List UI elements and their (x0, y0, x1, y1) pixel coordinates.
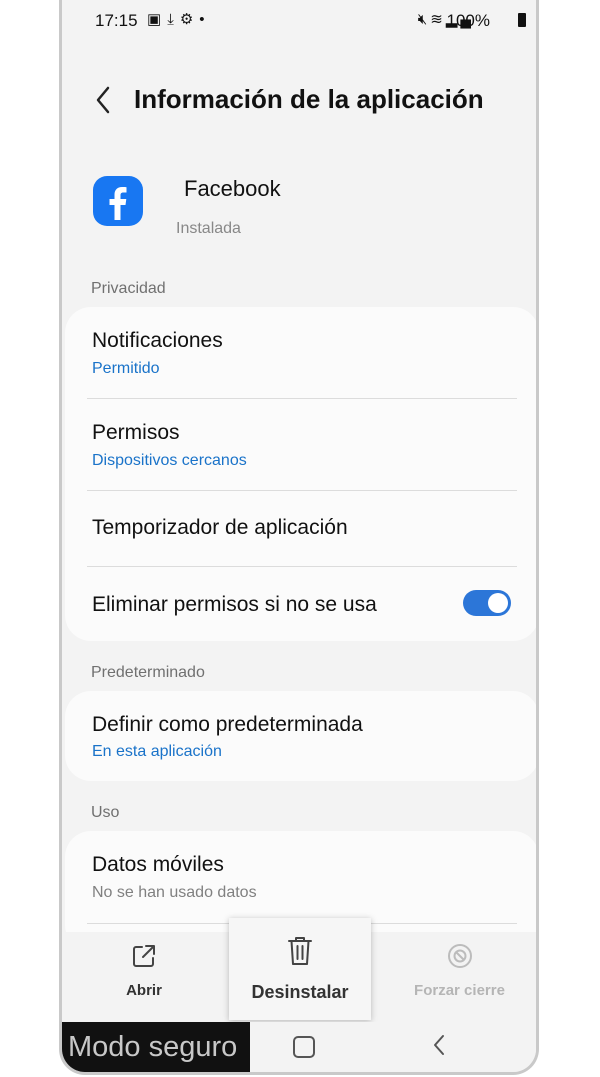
permissions-value: Dispositivos cercanos (92, 452, 247, 469)
status-time: 17:15 (95, 11, 138, 30)
battery-icon (518, 13, 526, 27)
open-button[interactable]: Abrir (102, 932, 186, 1022)
gallery-icon: ▣ (147, 11, 168, 28)
app-summary: Facebook Instalada (62, 160, 536, 250)
chevron-left-icon (96, 86, 110, 114)
set-default-item[interactable]: Definir como predeterminada En esta apli… (65, 691, 536, 781)
open-external-icon (133, 945, 155, 967)
app-timer-item[interactable]: Temporizador de aplicación (65, 491, 536, 566)
notifications-title: Notificaciones (92, 329, 223, 352)
set-default-title: Definir como predeterminada (92, 713, 363, 736)
system-nav-bar: Modo seguro (62, 1022, 536, 1072)
mute-icon: 🔇︎ (417, 11, 431, 28)
set-default-value: En esta aplicación (92, 743, 222, 760)
app-name: Facebook (184, 176, 281, 201)
battery-text: 100% (446, 11, 490, 30)
nav-back-icon[interactable] (430, 1032, 450, 1058)
open-label: Abrir (126, 982, 162, 999)
mobile-data-item[interactable]: Datos móviles No se han usado datos (65, 831, 536, 923)
permissions-item[interactable]: Permisos Dispositivos cercanos (65, 399, 536, 491)
force-stop-button[interactable]: Forzar cierre (402, 932, 517, 1022)
remove-permissions-title: Eliminar permisos si no se usa (92, 593, 377, 616)
notifications-value: Permitido (92, 360, 160, 377)
notifications-item[interactable]: Notificaciones Permitido (65, 307, 536, 399)
trash-icon (288, 937, 312, 965)
back-button[interactable] (90, 82, 120, 118)
phone-screen: 17:15 ▣⤓⚙• 🔇︎≋▂▄ 100% Información de la … (59, 0, 539, 1075)
force-stop-label: Forzar cierre (414, 982, 505, 999)
permissions-title: Permisos (92, 421, 180, 444)
remove-permissions-toggle[interactable] (463, 590, 511, 616)
safe-mode-label: Modo seguro (62, 1022, 250, 1072)
settings-icon: ⚙ (179, 11, 200, 28)
status-left-icons: ▣⤓⚙• (147, 10, 211, 28)
download-icon: ⤓ (167, 11, 180, 28)
wifi-icon: ≋ (430, 11, 446, 28)
section-label-usage: Uso (91, 804, 120, 821)
status-bar: 17:15 ▣⤓⚙• 🔇︎≋▂▄ 100% (62, 0, 536, 40)
facebook-logo-icon (93, 176, 143, 226)
app-install-status: Instalada (176, 220, 241, 237)
dot-icon: • (199, 11, 211, 28)
page-title: Información de la aplicación (134, 84, 484, 114)
block-icon (447, 944, 472, 968)
home-button[interactable] (293, 1036, 315, 1058)
section-label-default: Predeterminado (91, 664, 205, 681)
app-bar: Información de la aplicación (62, 70, 536, 130)
mobile-data-value: No se han usado datos (92, 884, 257, 901)
privacy-card: Notificaciones Permitido Permisos Dispos… (65, 307, 536, 641)
section-label-privacy: Privacidad (91, 280, 166, 297)
uninstall-label: Desinstalar (251, 982, 349, 1002)
remove-permissions-item[interactable]: Eliminar permisos si no se usa (65, 567, 536, 641)
uninstall-button[interactable]: Desinstalar (229, 918, 371, 1020)
defaults-card: Definir como predeterminada En esta apli… (65, 691, 536, 781)
toggle-knob (488, 593, 508, 613)
mobile-data-title: Datos móviles (92, 853, 224, 876)
app-timer-title: Temporizador de aplicación (92, 516, 348, 539)
